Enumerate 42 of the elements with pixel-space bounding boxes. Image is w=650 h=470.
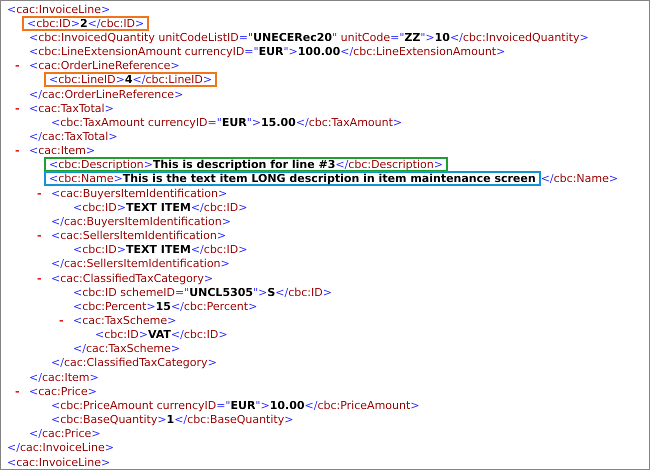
xml-line: </cac:Price> [29, 427, 101, 440]
collapse-toggle[interactable]: - [15, 59, 20, 72]
xml-line: <cac:OrderLineReference> [29, 59, 180, 72]
xml-line: </cac:TaxScheme> [73, 342, 180, 356]
xml-line: <cac:BuyersItemIdentification> [51, 186, 228, 200]
collapse-toggle[interactable]: - [37, 186, 42, 200]
xml-line: </cac:SellersItemIdentification> [51, 257, 230, 270]
xml-line: <cbc:Name>This is the text item LONG description in item maintenance screen [49, 172, 536, 186]
xml-line: <cbc:LineExtensionAmount currencyID="EUR">100.00</cbc:LineExtensionAmount> [29, 45, 506, 58]
xml-line: <cbc:PriceAmount currencyID="EUR">10.00</cbc:PriceAmount> [51, 398, 420, 412]
xml-line: </cbc:Name> [540, 172, 618, 186]
xml-line: <cac:Price> [29, 384, 97, 398]
xml-line: <cac:InvoiceLine> [7, 456, 110, 469]
collapse-toggle[interactable]: - [15, 144, 20, 158]
collapse-toggle[interactable]: - [37, 272, 42, 285]
xml-line: <cbc:ID schemeID="UNCL5305">S</cbc:ID> [73, 286, 332, 299]
xml-line: <cbc:TaxAmount currencyID="EUR">15.00</cbc:TaxAmount> [51, 116, 402, 129]
xml-line: </cac:ClassifiedTaxCategory> [51, 356, 217, 370]
xml-line: <cbc:ID>VAT</cbc:ID> [95, 328, 228, 342]
xml-line: </cac:Item> [29, 370, 99, 384]
xml-line: </cac:TaxTotal> [29, 130, 118, 143]
xml-line: </cac:OrderLineReference> [29, 88, 184, 101]
xml-line: <cbc:InvoicedQuantity unitCodeListID="UNECERec20" unitCode="ZZ">10</cbc:InvoicedQuantity> [29, 30, 589, 44]
collapse-toggle[interactable]: - [15, 384, 20, 398]
xml-line: <cac:TaxScheme> [73, 314, 176, 328]
xml-line: <cbc:BaseQuantity>1</cbc:BaseQuantity> [51, 413, 294, 426]
xml-line: <cac:SellersItemIdentification> [51, 229, 226, 242]
xml-line: <cac:InvoiceLine> [7, 2, 110, 16]
collapse-toggle[interactable]: - [37, 229, 42, 242]
xml-line: <cbc:ID>TEXT ITEM</cbc:ID> [73, 243, 248, 256]
xml-line: <cac:Item> [29, 144, 96, 158]
xml-line: <cbc:Description>This is description for line #3</cbc:Description> [49, 158, 443, 172]
xml-line: <cbc:LineID>4</cbc:LineID> [49, 73, 212, 86]
xml-line: <cbc:Percent>15</cbc:Percent> [73, 300, 258, 313]
collapse-toggle[interactable]: - [59, 314, 64, 328]
xml-line: <cbc:ID>TEXT ITEM</cbc:ID> [73, 200, 248, 214]
xml-line: <cbc:ID>2</cbc:ID> [27, 16, 144, 30]
xml-line: <cac:TaxTotal> [29, 102, 114, 115]
xml-line: </cac:BuyersItemIdentification> [51, 214, 231, 228]
xml-line: <cac:ClassifiedTaxCategory> [51, 272, 214, 285]
xml-line: </cac:InvoiceLine> [7, 441, 114, 454]
collapse-toggle[interactable]: - [15, 102, 20, 115]
